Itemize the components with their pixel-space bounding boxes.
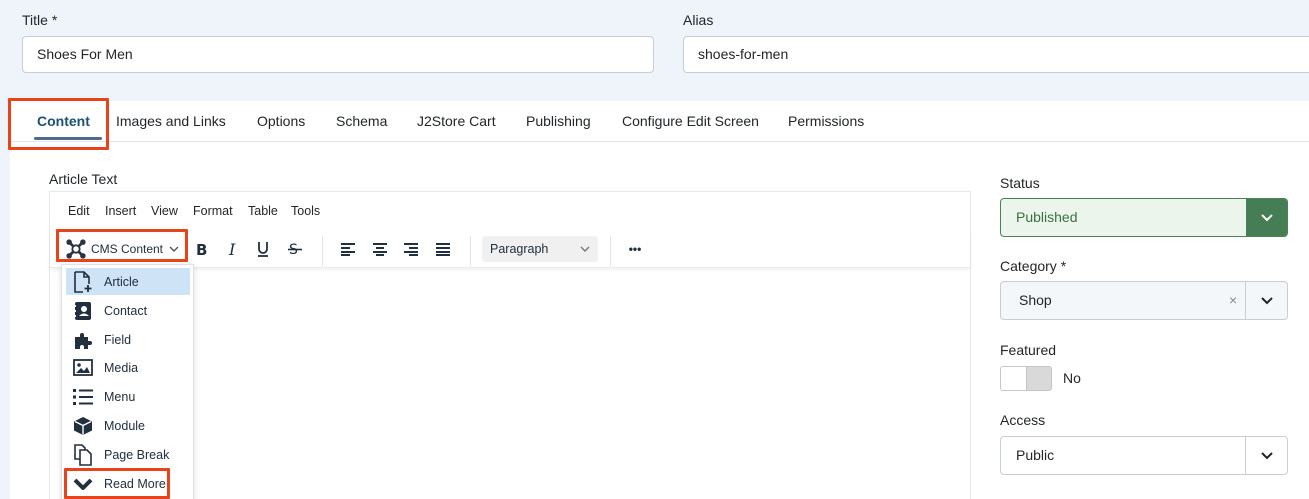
- category-value: Shop: [1019, 292, 1052, 308]
- paragraph-select[interactable]: Paragraph: [482, 236, 598, 262]
- menu-format[interactable]: Format: [193, 204, 233, 218]
- menu-view[interactable]: View: [151, 204, 178, 218]
- justify-icon: [436, 243, 450, 256]
- contact-card-icon: [72, 300, 94, 322]
- access-label: Access: [1000, 412, 1046, 428]
- dropdown-item-label: Menu: [104, 389, 136, 404]
- dropdown-item-contact[interactable]: Contact: [66, 297, 190, 324]
- tab-content[interactable]: Content: [37, 101, 90, 142]
- toolbar-separator: [470, 236, 471, 266]
- dropdown-item-page-break[interactable]: Page Break: [66, 441, 190, 468]
- active-tab-indicator: [34, 137, 102, 140]
- dropdown-item-label: Field: [104, 332, 132, 347]
- cms-content-label: CMS Content: [90, 242, 164, 256]
- bold-button[interactable]: B: [190, 236, 214, 262]
- chevron-down-icon: [580, 244, 590, 254]
- more-tools-button[interactable]: •••: [622, 236, 648, 262]
- dropdown-item-label: Module: [104, 418, 145, 433]
- paragraph-label: Paragraph: [490, 242, 549, 256]
- bold-icon: B: [196, 241, 207, 257]
- clear-icon[interactable]: ×: [1229, 292, 1237, 308]
- toggle-knob: [1001, 367, 1027, 390]
- puzzle-icon: [72, 329, 94, 351]
- editor-toolbar: CMS Content B I S Paragraph •••: [50, 232, 970, 268]
- italic-button[interactable]: I: [221, 236, 245, 262]
- title-label: Title *: [22, 12, 58, 28]
- tab-bar: Content Images and Links Options Schema …: [10, 101, 1309, 142]
- image-icon: [72, 357, 94, 379]
- featured-toggle[interactable]: [1000, 366, 1052, 391]
- strikethrough-icon: S: [288, 242, 302, 257]
- alias-label: Alias: [683, 12, 714, 28]
- tab-configure-edit-screen[interactable]: Configure Edit Screen: [622, 101, 759, 142]
- featured-value: No: [1063, 370, 1081, 386]
- dropdown-item-label: Page Break: [104, 447, 170, 462]
- access-value: Public: [1016, 447, 1055, 463]
- cms-content-button[interactable]: CMS Content: [60, 236, 184, 262]
- dropdown-item-article[interactable]: Article: [66, 268, 190, 295]
- underline-icon: [258, 242, 268, 257]
- toolbar-separator: [610, 236, 611, 266]
- status-label: Status: [1000, 175, 1040, 191]
- toolbar-separator: [322, 236, 323, 266]
- underline-button[interactable]: [251, 236, 275, 262]
- dropdown-item-read-more[interactable]: Read More: [66, 470, 190, 497]
- more-icon: •••: [628, 242, 642, 256]
- italic-icon: I: [228, 241, 236, 257]
- dropdown-item-menu[interactable]: Menu: [66, 383, 190, 410]
- chevron-down-icon: [1246, 199, 1287, 236]
- featured-label: Featured: [1000, 342, 1057, 358]
- align-right-icon: [404, 243, 418, 256]
- align-right-button[interactable]: [399, 236, 423, 262]
- tab-images-and-links[interactable]: Images and Links: [116, 101, 226, 142]
- align-left-button[interactable]: [336, 236, 360, 262]
- title-input[interactable]: Shoes For Men: [22, 36, 654, 73]
- align-left-icon: [341, 243, 355, 256]
- dropdown-item-label: Media: [104, 360, 139, 375]
- status-value: Published: [1016, 209, 1078, 225]
- menu-table[interactable]: Table: [248, 204, 278, 218]
- alias-input[interactable]: shoes-for-men: [683, 36, 1309, 73]
- menu-edit[interactable]: Edit: [68, 204, 90, 218]
- chevron-down-icon: [1245, 437, 1287, 474]
- svg-text:B: B: [196, 241, 207, 257]
- svg-text:I: I: [228, 241, 236, 257]
- align-center-icon: [373, 243, 387, 256]
- menu-tools[interactable]: Tools: [291, 204, 320, 218]
- chevron-down-icon: [72, 473, 94, 495]
- cube-icon: [72, 415, 94, 437]
- cms-content-dropdown: Article Contact Field Media Menu Module: [61, 264, 194, 499]
- menu-insert[interactable]: Insert: [105, 204, 136, 218]
- article-text-label: Article Text: [49, 171, 118, 187]
- access-select[interactable]: Public: [1000, 436, 1288, 475]
- tab-permissions[interactable]: Permissions: [788, 101, 864, 142]
- dropdown-item-field[interactable]: Field: [66, 326, 190, 353]
- dropdown-item-media[interactable]: Media: [66, 354, 190, 381]
- status-select[interactable]: Published: [1000, 198, 1288, 237]
- page-break-icon: [72, 443, 94, 466]
- tab-options[interactable]: Options: [257, 101, 305, 142]
- tab-j2store-cart[interactable]: J2Store Cart: [417, 101, 496, 142]
- tab-schema[interactable]: Schema: [336, 101, 387, 142]
- joomla-icon: [65, 238, 87, 260]
- chevron-down-icon: [169, 244, 179, 254]
- category-select[interactable]: Shop ×: [1000, 281, 1288, 320]
- list-icon: [72, 386, 94, 408]
- align-center-button[interactable]: [368, 236, 392, 262]
- dropdown-item-label: Contact: [104, 303, 148, 318]
- tab-publishing[interactable]: Publishing: [526, 101, 591, 142]
- category-label: Category *: [1000, 258, 1067, 274]
- strikethrough-button[interactable]: S: [283, 236, 307, 262]
- dropdown-item-label: Read More: [104, 476, 166, 491]
- dropdown-item-label: Article: [104, 274, 139, 289]
- chevron-down-icon: [1245, 282, 1287, 319]
- dropdown-item-module[interactable]: Module: [66, 412, 190, 439]
- justify-button[interactable]: [431, 236, 455, 262]
- new-document-icon: [72, 270, 94, 293]
